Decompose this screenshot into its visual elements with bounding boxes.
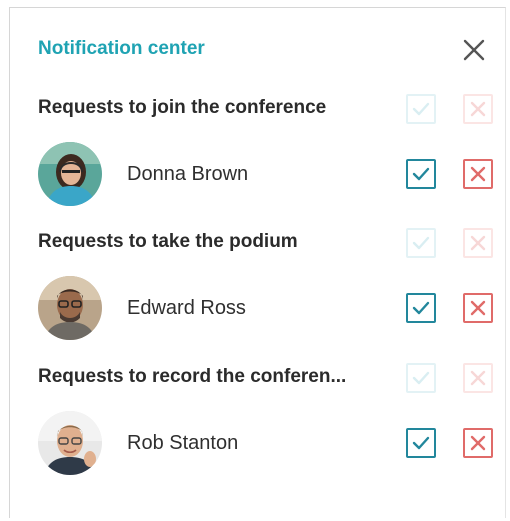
avatar bbox=[38, 142, 102, 206]
request-row-edward-ross: Edward Ross bbox=[38, 276, 500, 342]
user-name: Donna Brown bbox=[127, 163, 249, 185]
panel-title: Notification center bbox=[38, 38, 205, 59]
accept-button[interactable] bbox=[406, 428, 436, 458]
section-join-requests-header: Requests to join the conference bbox=[38, 94, 500, 124]
reject-all-button[interactable] bbox=[463, 363, 493, 393]
request-row-rob-stanton: Rob Stanton bbox=[38, 411, 500, 477]
x-icon bbox=[470, 235, 486, 251]
check-icon bbox=[412, 102, 430, 116]
reject-button[interactable] bbox=[463, 293, 493, 323]
x-icon bbox=[470, 300, 486, 316]
check-icon bbox=[412, 371, 430, 385]
accept-all-button[interactable] bbox=[406, 363, 436, 393]
x-icon bbox=[470, 435, 486, 451]
section-title: Requests to record the conferen... bbox=[38, 366, 347, 387]
section-title: Requests to join the conference bbox=[38, 97, 327, 118]
reject-button[interactable] bbox=[463, 428, 493, 458]
accept-button[interactable] bbox=[406, 159, 436, 189]
reject-all-button[interactable] bbox=[463, 94, 493, 124]
user-name: Edward Ross bbox=[127, 297, 246, 319]
avatar bbox=[38, 276, 102, 340]
x-icon bbox=[470, 166, 486, 182]
accept-button[interactable] bbox=[406, 293, 436, 323]
close-icon bbox=[463, 39, 485, 61]
avatar bbox=[38, 411, 102, 475]
notification-center-panel: Notification center Requests to join the… bbox=[9, 7, 506, 518]
section-podium-requests-header: Requests to take the podium bbox=[38, 228, 500, 258]
check-icon bbox=[412, 301, 430, 315]
accept-all-button[interactable] bbox=[406, 94, 436, 124]
section-record-requests-header: Requests to record the conferen... bbox=[38, 363, 500, 393]
section-title: Requests to take the podium bbox=[38, 231, 298, 252]
reject-button[interactable] bbox=[463, 159, 493, 189]
panel-header: Notification center bbox=[38, 36, 500, 64]
accept-all-button[interactable] bbox=[406, 228, 436, 258]
user-name: Rob Stanton bbox=[127, 432, 239, 454]
check-icon bbox=[412, 436, 430, 450]
check-icon bbox=[412, 167, 430, 181]
request-row-donna-brown: Donna Brown bbox=[38, 142, 500, 208]
x-icon bbox=[470, 101, 486, 117]
check-icon bbox=[412, 236, 430, 250]
x-icon bbox=[470, 370, 486, 386]
close-button[interactable] bbox=[461, 37, 487, 63]
reject-all-button[interactable] bbox=[463, 228, 493, 258]
